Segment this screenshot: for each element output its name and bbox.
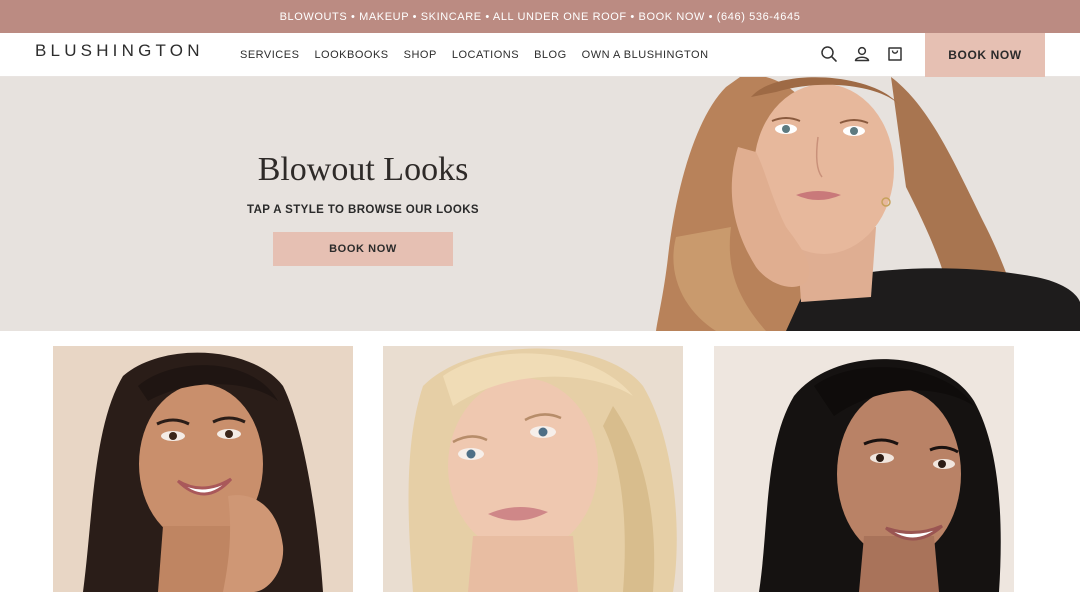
nav-item-lookbooks[interactable]: LOOKBOOKS (314, 49, 388, 61)
look-card-2[interactable] (383, 346, 683, 592)
main-nav: SERVICES LOOKBOOKS SHOP LOCATIONS BLOG O… (240, 33, 724, 77)
nav-item-shop[interactable]: SHOP (404, 49, 437, 61)
look-card-3[interactable] (714, 346, 1014, 592)
nav-item-blog[interactable]: BLOG (534, 49, 567, 61)
nav-item-locations[interactable]: LOCATIONS (452, 49, 519, 61)
look-card-1[interactable] (53, 346, 353, 592)
site-logo[interactable]: BLUSHINGTON (35, 41, 204, 61)
nav-item-own-a-blushington[interactable]: OWN A BLUSHINGTON (582, 49, 709, 61)
hero-title: Blowout Looks (257, 151, 469, 188)
announcement-text[interactable]: BLOWOUTS • MAKEUP • SKINCARE • ALL UNDER… (280, 11, 801, 23)
hero-subtitle: TAP A STYLE TO BROWSE OUR LOOKS (247, 204, 479, 216)
account-icon[interactable] (852, 44, 872, 64)
search-icon[interactable] (819, 44, 839, 64)
hero-book-now-button[interactable]: BOOK NOW (273, 232, 453, 266)
hero-model-photo (656, 77, 1080, 331)
site-header: BLUSHINGTON SERVICES LOOKBOOKS SHOP LOCA… (0, 33, 1080, 77)
nav-item-services[interactable]: SERVICES (240, 49, 299, 61)
cart-icon[interactable] (885, 44, 905, 64)
announcement-bar: BLOWOUTS • MAKEUP • SKINCARE • ALL UNDER… (0, 0, 1080, 33)
hero-banner: Blowout Looks TAP A STYLE TO BROWSE OUR … (0, 77, 1080, 331)
header-book-now-button[interactable]: BOOK NOW (925, 33, 1045, 77)
